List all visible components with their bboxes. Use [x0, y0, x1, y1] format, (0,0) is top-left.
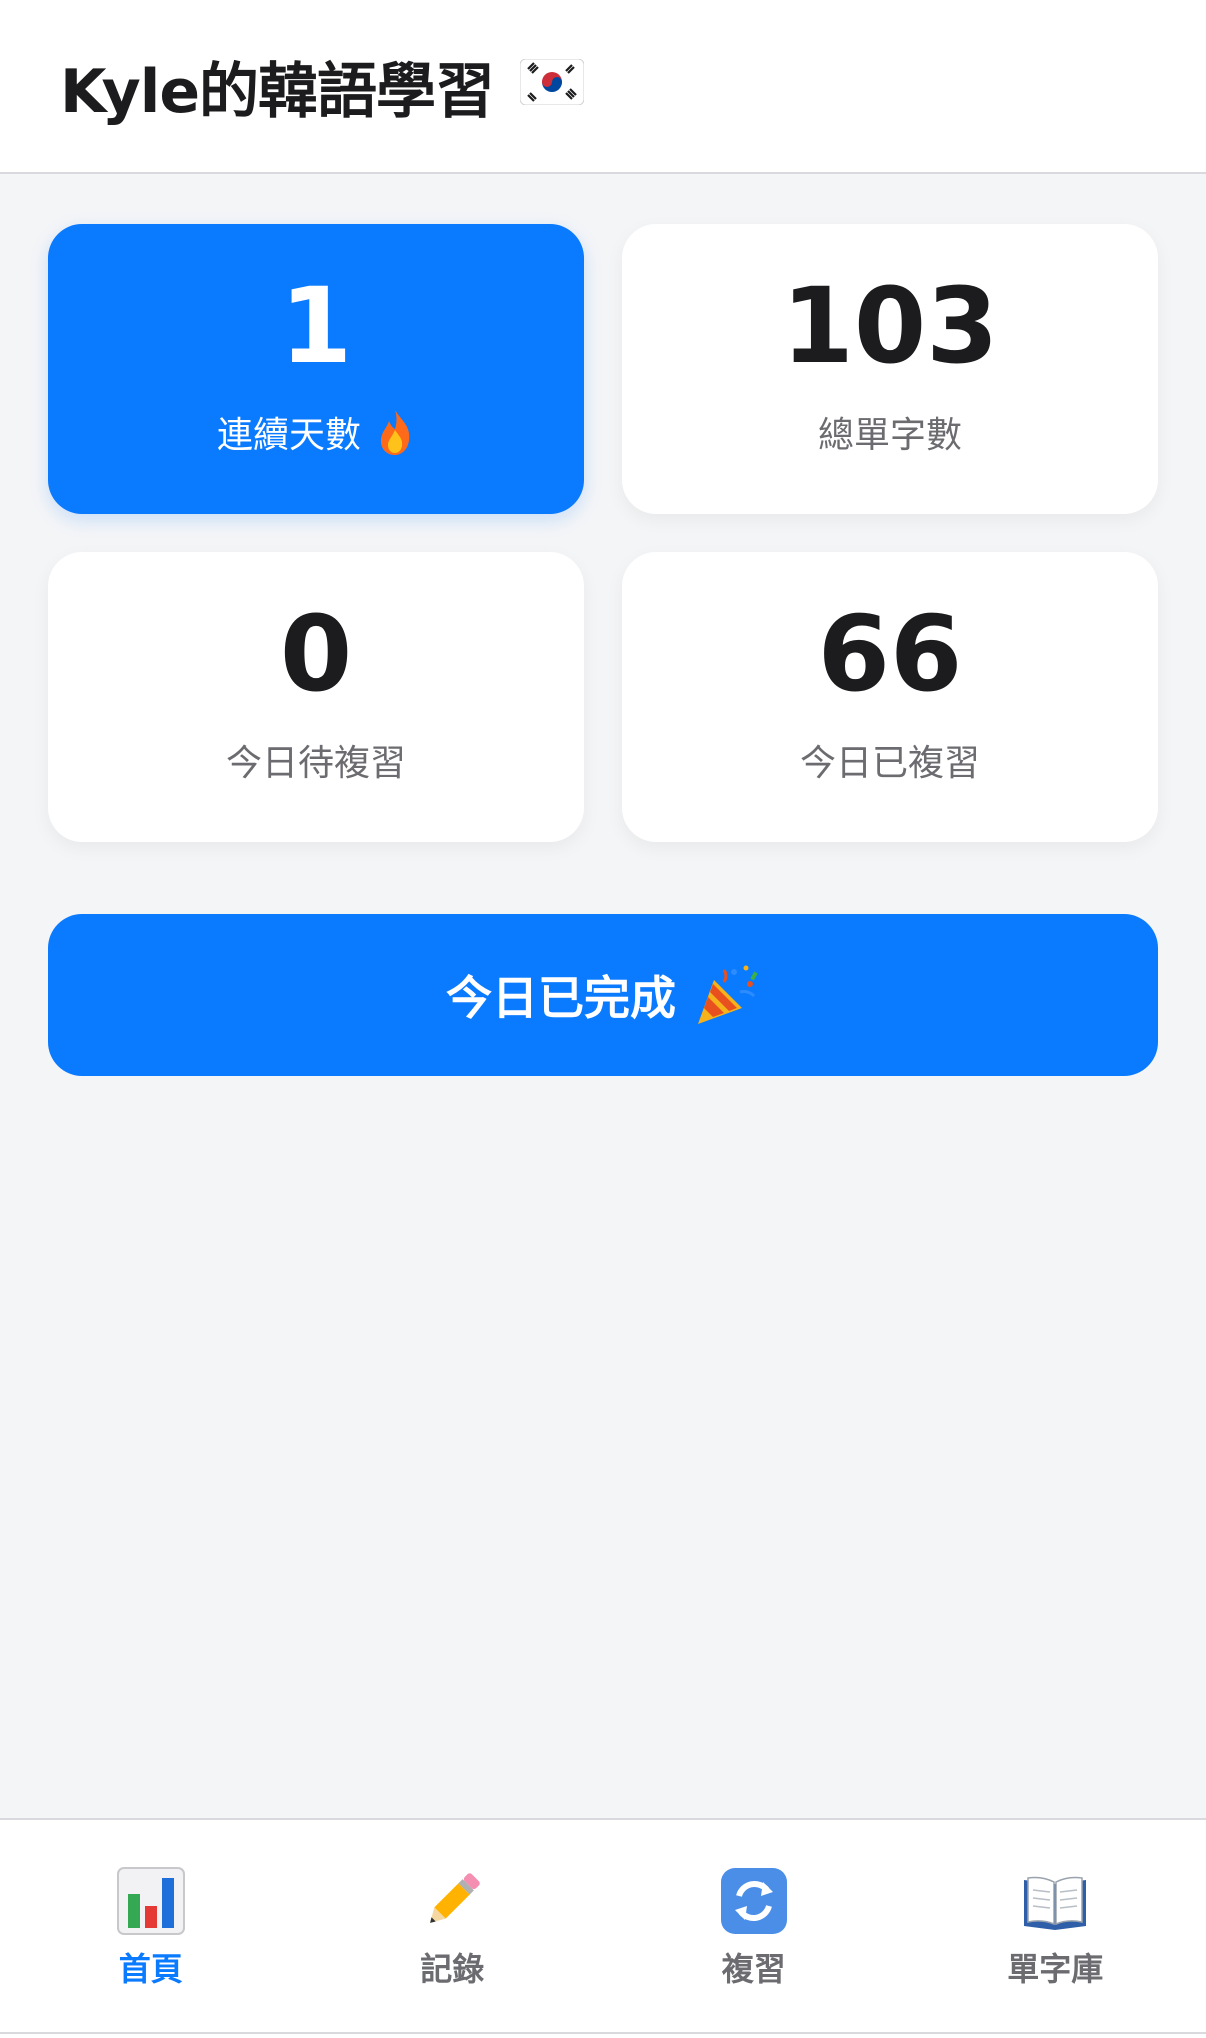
tab-record-label: 記錄: [420, 1950, 485, 1988]
total-words-value: 103: [781, 265, 999, 387]
total-words-label: 總單字數: [817, 415, 962, 456]
open-book-icon: [1024, 1876, 1087, 1930]
app-header: Kyle的韓語學習: [0, 0, 1206, 174]
pending-review-value: 0: [279, 593, 353, 715]
total-words-card: 103 總單字數: [622, 224, 1158, 514]
pencil-icon: [430, 1873, 480, 1923]
reviewed-today-value: 66: [817, 593, 963, 715]
tab-review-label: 複習: [721, 1950, 786, 1988]
streak-label: 連續天數: [216, 415, 361, 456]
tab-vocabulary-label: 單字庫: [1007, 1950, 1104, 1988]
bar-chart-icon: [116, 1867, 185, 1935]
pending-review-card: 0 今日待複習: [48, 552, 584, 842]
reviewed-today-label: 今日已複習: [799, 743, 980, 784]
streak-card: 1 連續天數: [48, 224, 584, 514]
stats-grid: 1 連續天數 103 總單字數 0 今日待複習 66 今日已複習: [48, 224, 1158, 842]
page-title: Kyle的韓語學習: [60, 56, 495, 127]
streak-label-row: 連續天數: [217, 406, 415, 458]
bottom-divider: [0, 2032, 1206, 2034]
tab-home[interactable]: 首頁: [0, 1820, 302, 2038]
pending-review-label: 今日待複習: [225, 743, 406, 784]
tab-record[interactable]: 記錄: [302, 1820, 604, 2038]
tab-home-label: 首頁: [118, 1950, 183, 1988]
refresh-icon: [720, 1868, 787, 1934]
streak-value: 1: [279, 265, 353, 387]
reviewed-today-card: 66 今日已複習: [622, 552, 1158, 842]
today-complete-button[interactable]: 今日已完成: [48, 914, 1158, 1076]
tab-review[interactable]: 複習: [603, 1820, 905, 2038]
bottom-tab-bar: 首頁 記錄 複習 單字庫: [0, 1818, 1206, 2038]
today-complete-label: 今日已完成: [446, 971, 676, 1025]
tab-vocabulary[interactable]: 單字庫: [905, 1820, 1206, 2038]
fire-icon: [380, 410, 410, 455]
app-root: Kyle的韓語學習 1 連續天數 103 總單字數 0 今日待複習 66 今日已…: [0, 0, 1206, 2038]
south-korea-flag-icon: [520, 59, 585, 105]
party-popper-icon: [698, 965, 758, 1024]
